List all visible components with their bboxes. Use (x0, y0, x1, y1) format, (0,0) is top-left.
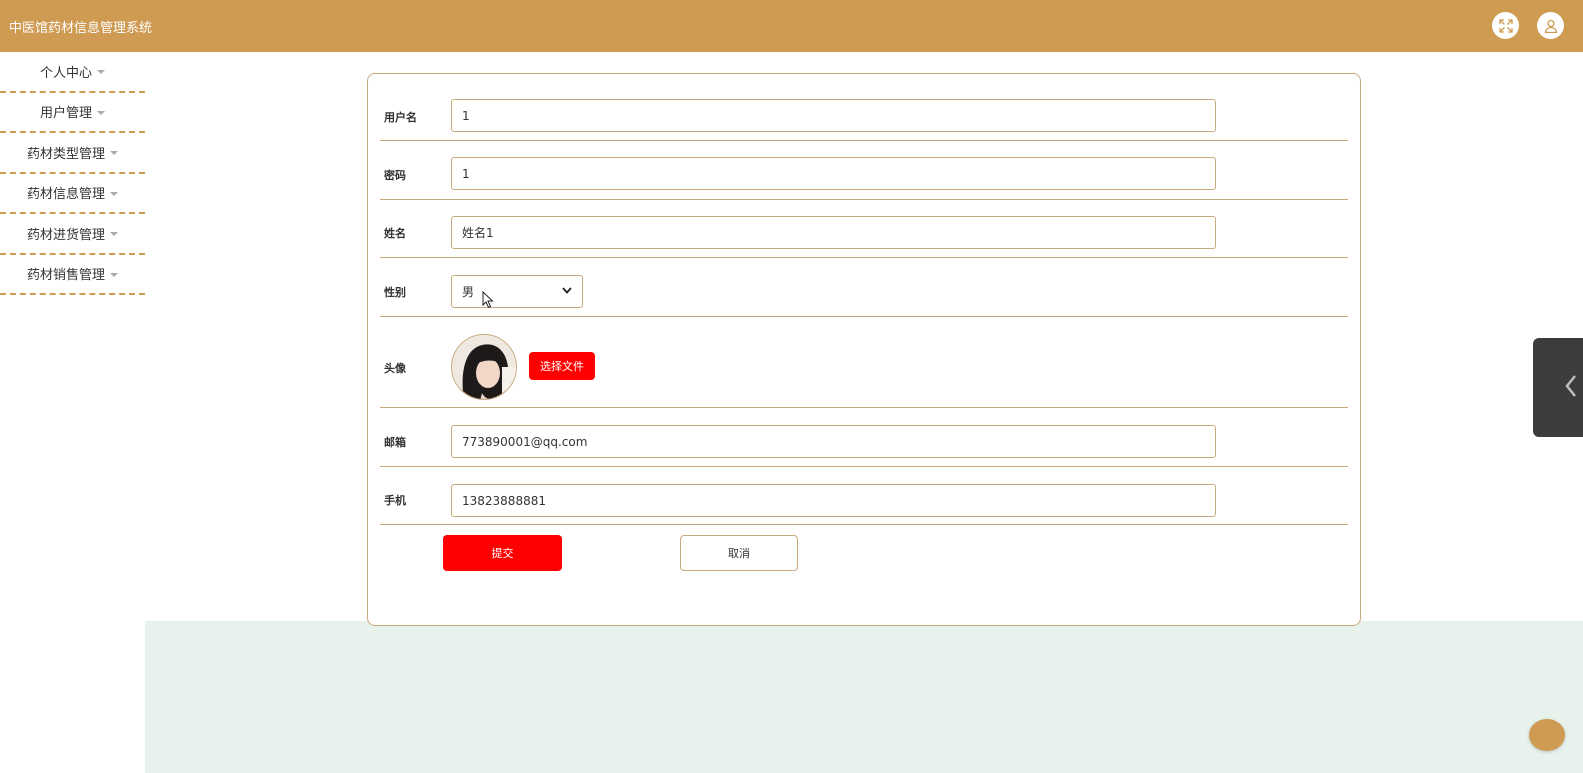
password-label: 密码 (384, 169, 406, 182)
top-bar: 中医馆药材信息管理系统 (0, 0, 1583, 52)
gender-label: 性别 (384, 286, 406, 299)
gender-select[interactable]: 男 (451, 275, 583, 308)
avatar-label: 头像 (384, 362, 406, 375)
username-input[interactable]: 1 (451, 99, 1216, 132)
profile-form: 用户名 1 密码 1 姓名 姓名1 性别 男 头像 选择文件 邮箱 773890… (367, 73, 1361, 626)
caret-down-icon (110, 191, 118, 196)
chevron-down-icon (562, 286, 572, 297)
user-icon[interactable] (1537, 12, 1564, 39)
password-input[interactable]: 1 (451, 157, 1216, 190)
name-label: 姓名 (384, 227, 406, 240)
username-label: 用户名 (384, 111, 417, 124)
name-input[interactable]: 姓名1 (451, 216, 1216, 249)
email-label: 邮箱 (384, 436, 406, 449)
form-row-phone: 手机 13823888881 (380, 467, 1348, 525)
form-row-name: 姓名 姓名1 (380, 200, 1348, 258)
caret-down-icon (110, 151, 118, 156)
form-row-avatar: 头像 选择文件 (380, 317, 1348, 408)
submit-button[interactable]: 提交 (443, 535, 562, 571)
floating-action-bubble[interactable] (1529, 719, 1565, 751)
sidebar-item-label: 用户管理 (39, 106, 92, 122)
gender-select-value: 男 (462, 285, 475, 299)
form-row-email: 邮箱 773890001@qq.com (380, 408, 1348, 467)
avatar-image (451, 334, 517, 400)
sidebar-item-user-management[interactable]: 用户管理 (0, 93, 145, 133)
choose-file-button[interactable]: 选择文件 (529, 352, 595, 380)
sidebar-item-label: 个人中心 (39, 65, 92, 81)
background-band (145, 621, 1583, 773)
cancel-button[interactable]: 取消 (680, 535, 798, 571)
sidebar-item-herb-purchase-management[interactable]: 药材进货管理 (0, 214, 145, 255)
caret-down-icon (110, 232, 118, 237)
email-input[interactable]: 773890001@qq.com (451, 425, 1216, 458)
sidebar-item-personal-center[interactable]: 个人中心 (0, 52, 145, 93)
chevron-left-icon (1565, 374, 1577, 402)
sidebar-item-herb-type-management[interactable]: 药材类型管理 (0, 133, 145, 174)
form-row-gender: 性别 男 (380, 258, 1348, 317)
form-row-username: 用户名 1 (380, 82, 1348, 141)
sidebar-item-herb-sales-management[interactable]: 药材销售管理 (0, 255, 145, 295)
fullscreen-icon[interactable] (1492, 12, 1519, 39)
phone-label: 手机 (384, 494, 406, 507)
mouse-cursor-icon (482, 290, 494, 313)
form-row-password: 密码 1 (380, 141, 1348, 200)
sidebar-item-label: 药材进货管理 (26, 227, 105, 243)
sidebar-item-label: 药材类型管理 (26, 146, 105, 162)
side-panel-toggle[interactable] (1533, 338, 1583, 437)
caret-down-icon (97, 70, 105, 75)
caret-down-icon (110, 272, 118, 277)
sidebar-item-label: 药材信息管理 (26, 187, 105, 203)
caret-down-icon (97, 110, 105, 115)
sidebar-item-label: 药材销售管理 (26, 268, 105, 284)
sidebar: 个人中心 用户管理 药材类型管理 药材信息管理 药材进货管理 药材销售管理 (0, 52, 145, 295)
sidebar-item-herb-info-management[interactable]: 药材信息管理 (0, 174, 145, 214)
phone-input[interactable]: 13823888881 (451, 484, 1216, 517)
app-title: 中医馆药材信息管理系统 (9, 21, 153, 36)
